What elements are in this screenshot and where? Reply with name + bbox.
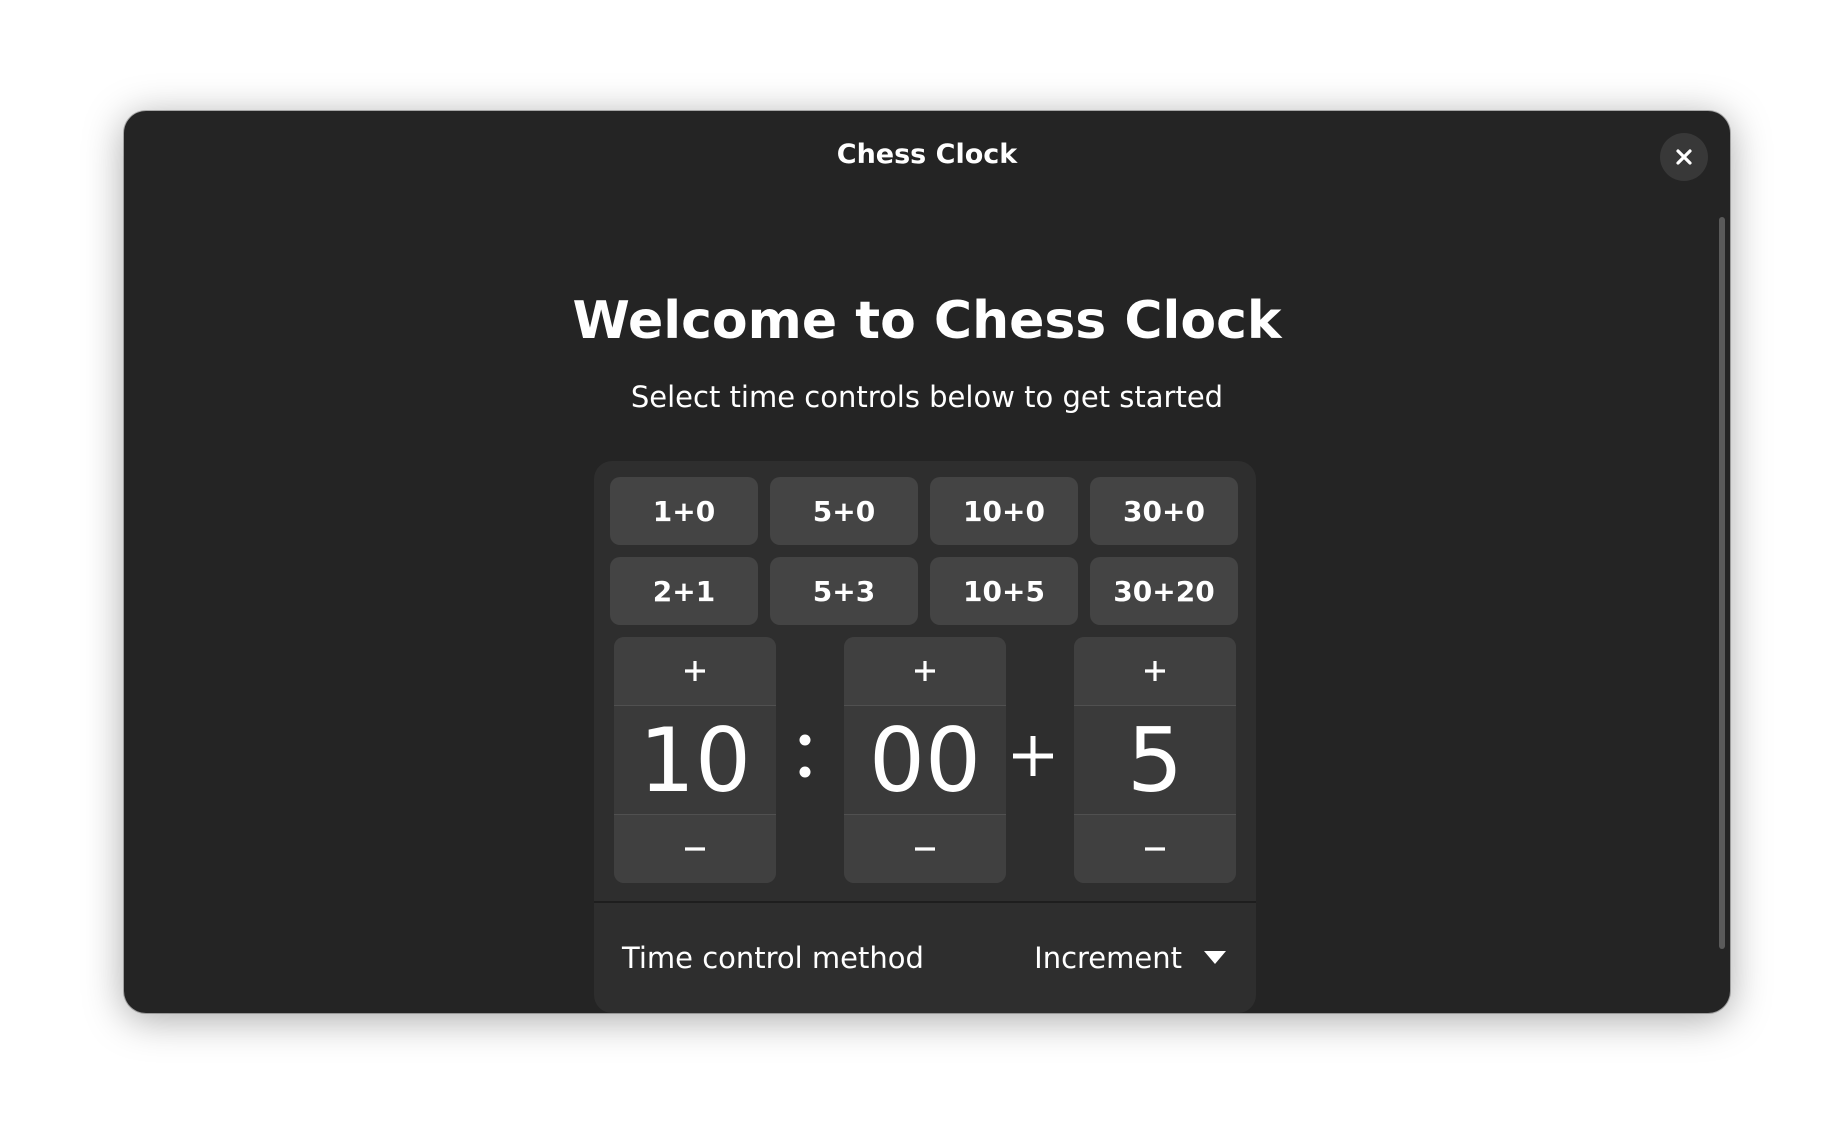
header-bar: Chess Clock xyxy=(124,111,1730,203)
time-control-card: 1+0 5+0 10+0 30+0 2+1 5+3 10+5 30+20 10 xyxy=(594,461,1256,1013)
increment-separator xyxy=(1006,691,1060,821)
increment-value[interactable]: 5 xyxy=(1074,706,1236,814)
chevron-down-icon xyxy=(1204,951,1226,964)
preset-button-10-5[interactable]: 10+5 xyxy=(930,557,1078,625)
minutes-spinner: 10 xyxy=(614,637,776,883)
time-separator xyxy=(778,691,832,821)
dropdown-selected-value: Increment xyxy=(1034,941,1182,975)
plus-icon xyxy=(915,661,935,681)
minutes-value[interactable]: 10 xyxy=(614,706,776,814)
close-button[interactable] xyxy=(1660,133,1708,181)
close-icon xyxy=(1676,149,1692,165)
plus-icon xyxy=(1145,661,1165,681)
time-control-method-dropdown[interactable]: Increment xyxy=(1034,933,1226,983)
plus-separator-icon xyxy=(1013,736,1053,776)
increment-increase-button[interactable] xyxy=(1074,637,1236,706)
minutes-decrease-button[interactable] xyxy=(614,814,776,883)
preset-button-30-0[interactable]: 30+0 xyxy=(1090,477,1238,545)
colon-separator xyxy=(799,734,811,778)
minus-icon xyxy=(1145,847,1165,851)
minus-icon xyxy=(685,847,705,851)
seconds-increase-button[interactable] xyxy=(844,637,1006,706)
minus-icon xyxy=(915,847,935,851)
preset-button-10-0[interactable]: 10+0 xyxy=(930,477,1078,545)
welcome-subheading: Select time controls below to get starte… xyxy=(630,380,1224,414)
seconds-value[interactable]: 00 xyxy=(844,706,1006,814)
time-control-method-label: Time control method xyxy=(622,941,924,975)
preset-button-1-0[interactable]: 1+0 xyxy=(610,477,758,545)
time-control-method-row: Time control method Increment xyxy=(594,903,1256,1013)
preset-button-5-0[interactable]: 5+0 xyxy=(770,477,918,545)
preset-button-2-1[interactable]: 2+1 xyxy=(610,557,758,625)
preset-grid: 1+0 5+0 10+0 30+0 2+1 5+3 10+5 30+20 xyxy=(610,477,1238,625)
increment-decrease-button[interactable] xyxy=(1074,814,1236,883)
seconds-spinner: 00 xyxy=(844,637,1006,883)
app-window: Chess Clock Welcome to Chess Clock Selec… xyxy=(124,111,1730,1013)
preset-button-5-3[interactable]: 5+3 xyxy=(770,557,918,625)
plus-icon xyxy=(685,661,705,681)
welcome-heading: Welcome to Chess Clock xyxy=(572,291,1282,351)
increment-spinner: 5 xyxy=(1074,637,1236,883)
preset-button-30-20[interactable]: 30+20 xyxy=(1090,557,1238,625)
minutes-increase-button[interactable] xyxy=(614,637,776,706)
seconds-decrease-button[interactable] xyxy=(844,814,1006,883)
window-title: Chess Clock xyxy=(836,139,1018,170)
